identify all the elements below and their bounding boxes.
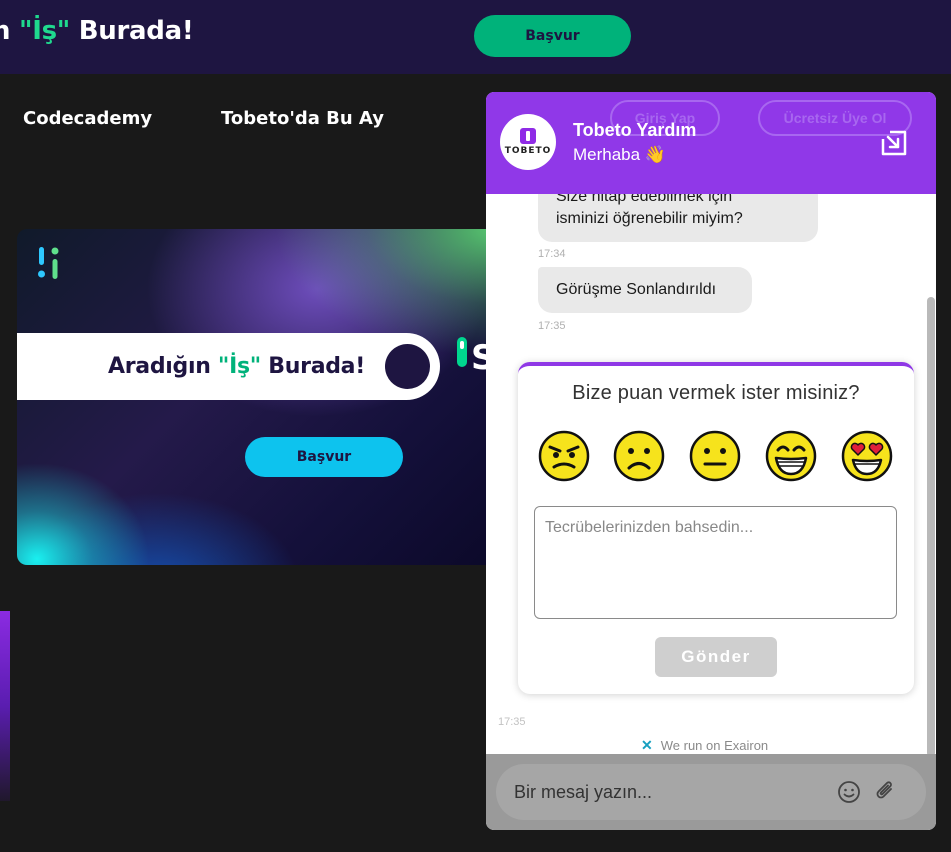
chat-widget: TOBETO Giriş Yap Ücretsiz Üye Ol Tobeto … [486,92,936,830]
exairon-logo-icon: ✕ [641,737,653,753]
emoji-picker-icon[interactable] [837,780,861,804]
chat-title: Tobeto Yardım [573,120,697,140]
istanbul-kodluyor-logo-icon [38,247,59,279]
sad-face-icon[interactable] [613,430,665,482]
top-banner: n "İş" Burada! Başvur [0,0,951,74]
send-feedback-button[interactable]: Gönder [655,637,777,677]
tobeto-logo-icon [520,128,536,144]
chat-messages[interactable]: Size hitap edebilmek için isminizi öğren… [486,194,936,754]
bot-message-line: Size hitap edebilmek için [556,194,733,205]
chat-scrollbar[interactable] [927,297,935,757]
powered-by[interactable]: ✕ We run on Exairon [641,737,768,754]
chat-header: TOBETO Giriş Yap Ücretsiz Üye Ol Tobeto … [486,92,936,194]
chat-subtitle: Merhaba 👋 [573,145,666,164]
nav-item-tobeto-this-month[interactable]: Tobeto'da Bu Ay [221,108,384,129]
bot-message: Görüşme Sonlandırıldı [538,267,752,313]
feedback-textarea[interactable] [534,506,897,619]
angry-face-icon[interactable] [538,430,590,482]
heart-eyes-face-icon[interactable] [841,430,893,482]
message-input[interactable] [496,764,926,820]
banner-title: n "İş" Burada! [0,16,194,46]
hero-headline: Aradığın "İş" Burada! [108,354,365,379]
powered-by-text: We run on Exairon [660,738,769,753]
nav-item-codecademy[interactable]: Codecademy [23,108,152,129]
hero-apply-button[interactable]: Başvur [245,437,403,477]
side-gradient-stripe [0,611,10,801]
bot-message-line: isminizi öğrenebilir miyim? [556,210,743,227]
avatar-text: TOBETO [504,146,552,156]
bot-message: Size hitap edebilmek için isminizi öğren… [538,194,818,242]
chat-composer [486,754,936,830]
grinning-face-icon[interactable] [765,430,817,482]
chat-avatar: TOBETO [500,114,556,170]
rating-card: Bize puan vermek ister misiniz? Tecrübel… [518,362,914,694]
rating-question: Bize puan vermek ister misiniz? [572,382,860,404]
hero-pill-dot [385,344,430,389]
banner-apply-button[interactable]: Başvur [474,15,631,57]
message-time: 17:34 [538,248,566,260]
minimize-chat-icon[interactable] [881,130,907,156]
hero-card: Aradığın "İş" Burada! S Başvur [17,229,537,565]
attachment-icon[interactable] [873,778,897,804]
message-time: 17:35 [498,716,526,728]
hero-headline-pill: Aradığın "İş" Burada! [17,333,440,400]
message-time: 17:35 [538,320,566,332]
neutral-face-icon[interactable] [689,430,741,482]
